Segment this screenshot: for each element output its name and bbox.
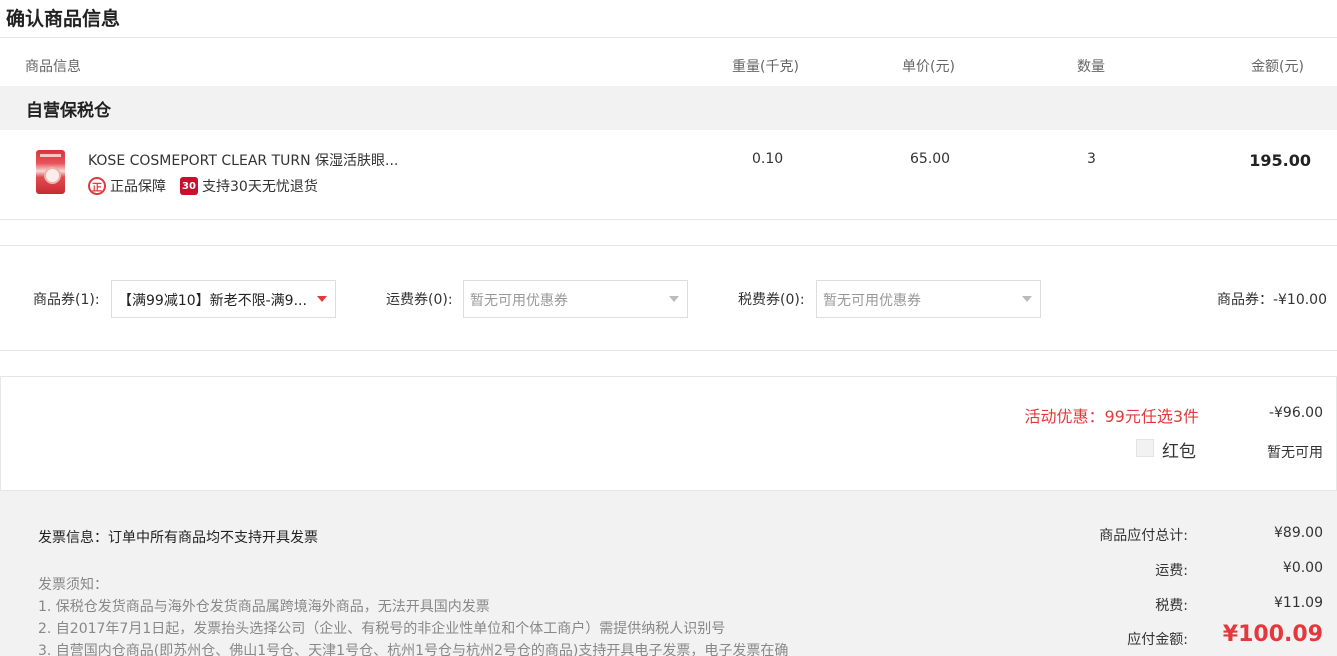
column-header-amount: 金额(元): [1251, 59, 1304, 75]
return-policy-label: 支持30天无忧退货: [202, 179, 318, 195]
tax-coupon-label: 税费券(0):: [738, 292, 805, 308]
chevron-down-icon: [317, 296, 327, 302]
invoice-notice-item: 1. 保税仓发货商品与海外仓发货商品属跨境海外商品，无法开具国内发票: [38, 599, 490, 615]
column-header-unit-price: 单价(元): [902, 59, 955, 75]
divider: [0, 245, 1337, 246]
invoice-info: 发票信息：订单中所有商品均不支持开具发票: [38, 530, 318, 546]
red-packet-label: 红包: [1162, 442, 1196, 462]
shipping-coupon-placeholder: 暂无可用优惠券: [470, 293, 568, 309]
tax-coupon-placeholder: 暂无可用优惠券: [823, 293, 921, 309]
divider: [0, 219, 1337, 220]
tax-fee-value: ¥11.09: [1274, 595, 1323, 611]
tax-coupon-select[interactable]: 暂无可用优惠券: [816, 280, 1041, 318]
product-amount: 195.00: [1249, 151, 1311, 170]
promotion-discount: -¥96.00: [1268, 405, 1323, 421]
goods-coupon-label: 商品券(1):: [33, 292, 100, 308]
red-packet-checkbox[interactable]: [1136, 439, 1154, 457]
page-title: 确认商品信息: [6, 8, 121, 30]
return-policy-badge: 30 支持30天无忧退货: [180, 176, 318, 196]
payable-amount: ¥100.09: [1222, 622, 1323, 647]
return-30-icon: 30: [180, 177, 198, 195]
invoice-notice-item: 3. 自营国内仓商品(即苏州仓、佛山1号仓、天津1号仓、杭州1号仓与杭州2号仓的…: [38, 643, 789, 656]
goods-total-label: 商品应付总计:: [1099, 528, 1188, 544]
coupon-discount-summary: 商品券：-¥10.00: [1216, 292, 1327, 308]
tax-fee-label: 税费:: [1155, 598, 1188, 614]
goods-total-value: ¥89.00: [1274, 525, 1323, 541]
column-header-quantity: 数量: [1077, 59, 1105, 75]
goods-coupon-select[interactable]: 【满99减10】新老不限-满9...: [111, 280, 336, 318]
shipping-fee-value: ¥0.00: [1282, 560, 1323, 576]
column-header-weight: 重量(千克): [732, 59, 799, 75]
product-quantity: 3: [1087, 151, 1096, 167]
warehouse-name: 自营保税仓: [26, 101, 111, 121]
invoice-notice-item: 2. 自2017年7月1日起，发票抬头选择公司（企业、有税号的非企业性单位和个体…: [38, 621, 726, 637]
goods-coupon-selected-value: 【满99减10】新老不限-满9...: [118, 293, 307, 309]
warehouse-header: 自营保税仓: [0, 86, 1337, 130]
shipping-fee-label: 运费:: [1155, 563, 1188, 579]
chevron-down-icon: [669, 296, 679, 302]
product-name-link[interactable]: KOSE COSMEPORT CLEAR TURN 保湿活肤眼...: [88, 150, 398, 170]
product-weight: 0.10: [752, 151, 784, 167]
shipping-coupon-label: 运费券(0):: [386, 292, 453, 308]
genuine-guarantee-label: 正品保障: [110, 179, 166, 195]
product-thumbnail[interactable]: [36, 150, 65, 194]
divider: [0, 350, 1337, 351]
promotion-panel: [0, 376, 1337, 491]
payable-label: 应付金额:: [1127, 632, 1188, 648]
red-packet-status: 暂无可用: [1267, 445, 1323, 461]
genuine-guarantee-badge: 正 正品保障: [88, 176, 166, 196]
genuine-icon: 正: [88, 177, 106, 195]
shipping-coupon-select[interactable]: 暂无可用优惠券: [463, 280, 688, 318]
chevron-down-icon: [1022, 296, 1032, 302]
product-unit-price: 65.00: [910, 151, 951, 167]
invoice-notice-title: 发票须知：: [38, 577, 108, 593]
promotion-label: 活动优惠：99元任选3件: [1024, 407, 1199, 426]
column-header-product: 商品信息: [25, 59, 81, 75]
title-divider: [0, 37, 1337, 38]
